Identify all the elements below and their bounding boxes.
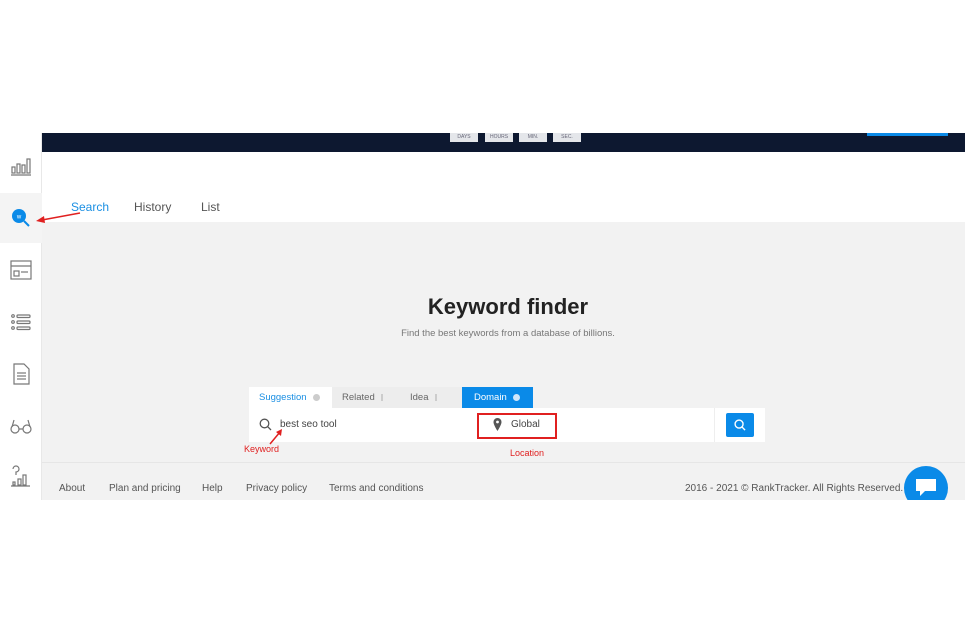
chat-button[interactable] (904, 466, 948, 500)
search-row: best seo tool Global (249, 408, 765, 442)
question-chart-icon[interactable] (8, 463, 34, 489)
footer-link-privacy[interactable]: Privacy policy (246, 483, 307, 494)
sidebar-arrow (36, 212, 81, 223)
footer-link-help[interactable]: Help (202, 483, 223, 494)
info-icon (312, 393, 320, 401)
tab-suggestion[interactable]: Suggestion (249, 387, 332, 408)
countdown-min: MIN. (519, 133, 547, 142)
divider (714, 408, 715, 442)
keyword-search-icon[interactable]: w (8, 205, 34, 231)
countdown-days: DAYS (450, 133, 478, 142)
info-icon (380, 393, 383, 401)
keyword-arrow (269, 429, 282, 445)
tab-related[interactable]: Related (332, 387, 400, 408)
chat-icon (916, 479, 936, 496)
footer-link-terms[interactable]: Terms and conditions (329, 483, 424, 494)
keyword-input[interactable]: best seo tool (280, 419, 337, 430)
glasses-icon[interactable] (8, 413, 34, 439)
tab-label: Suggestion (259, 392, 307, 403)
search-type-tabs: Suggestion Related Idea Domain (249, 387, 765, 408)
tab-idea[interactable]: Idea (400, 387, 462, 408)
page-subtitle: Find the best keywords from a database o… (401, 328, 615, 339)
location-highlight-box (477, 413, 557, 439)
tab-label: Related (342, 392, 375, 403)
bar-chart-icon[interactable] (8, 153, 34, 179)
location-annotation: Location (510, 448, 545, 458)
tab-history[interactable]: History (134, 200, 171, 214)
info-icon (434, 393, 437, 401)
document-icon[interactable] (8, 361, 34, 387)
info-icon (512, 393, 520, 401)
tab-label: Idea (410, 392, 429, 403)
svg-text:w: w (16, 215, 22, 221)
search-icon (734, 419, 746, 431)
browser-window-icon[interactable] (8, 257, 34, 283)
footer: About Plan and pricing Help Privacy poli… (42, 462, 965, 500)
footer-link-about[interactable]: About (59, 483, 85, 494)
tab-domain[interactable]: Domain (462, 387, 533, 408)
app-screenshot: DAYS HOURS MIN. SEC. w Search History Li… (0, 133, 965, 500)
search-button[interactable] (726, 413, 754, 437)
countdown-hours: HOURS (485, 133, 513, 142)
sidebar: w (0, 133, 42, 500)
list-icon[interactable] (8, 309, 34, 335)
tab-label: Domain (474, 392, 507, 403)
nav-tabs: Search History List (42, 152, 965, 222)
tab-list[interactable]: List (201, 200, 220, 214)
cta-button[interactable] (867, 133, 948, 136)
countdown-sec: SEC. (553, 133, 581, 142)
page-title: Keyword finder (427, 294, 589, 319)
footer-link-pricing[interactable]: Plan and pricing (109, 483, 181, 494)
promo-countdown-bar: DAYS HOURS MIN. SEC. (42, 133, 965, 152)
main-content: Keyword finder Find the best keywords fr… (42, 222, 965, 462)
copyright: 2016 - 2021 © RankTracker. All Rights Re… (685, 483, 904, 494)
